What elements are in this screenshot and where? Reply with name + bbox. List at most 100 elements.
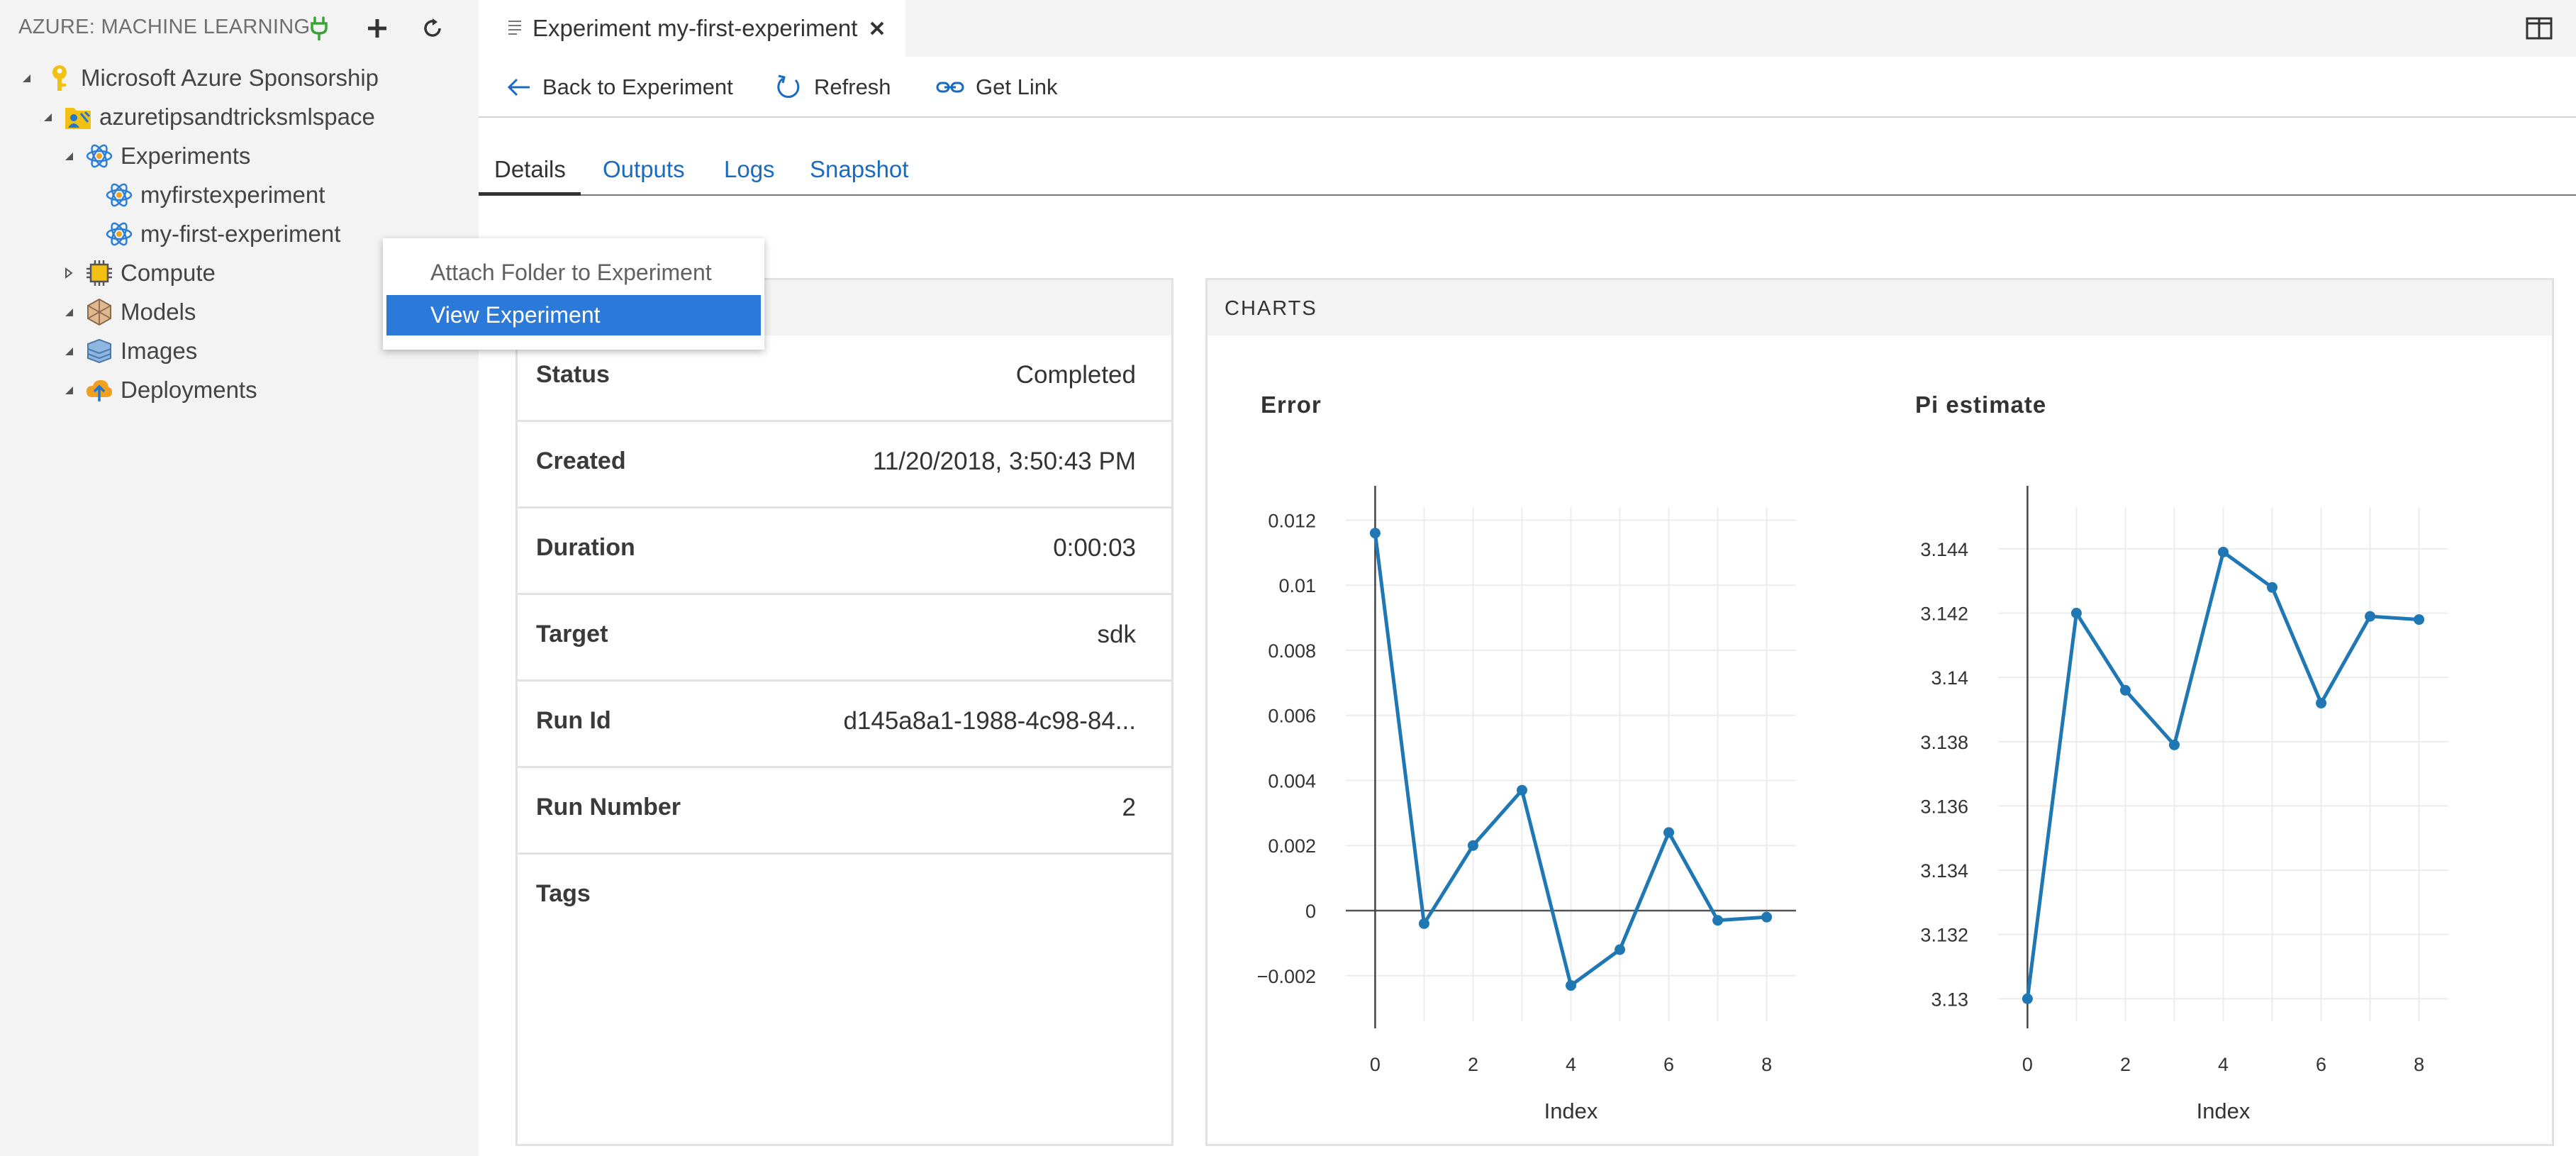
detail-label: Duration xyxy=(536,534,635,561)
arrow-left-icon xyxy=(507,78,530,96)
x-tick-label: 6 xyxy=(2316,1054,2326,1075)
workspace-icon xyxy=(62,101,94,133)
link-icon xyxy=(936,82,964,93)
chevron-down-icon[interactable] xyxy=(60,303,78,321)
refresh-button[interactable]: Refresh xyxy=(774,68,891,106)
x-tick-label: 0 xyxy=(2022,1054,2033,1075)
detail-value: 11/20/2018, 3:50:43 PM xyxy=(872,448,1136,475)
detail-value: 2 xyxy=(1122,794,1136,821)
y-tick-label: 3.144 xyxy=(1920,539,1968,560)
tree-item-experiment[interactable]: my-first-experiment xyxy=(104,215,340,253)
detail-row-run-number: Run Number 2 xyxy=(518,768,1171,855)
chevron-down-icon[interactable] xyxy=(60,147,78,165)
detail-row-target: Target sdk xyxy=(518,595,1171,682)
data-point xyxy=(1369,528,1381,539)
split-editor-icon[interactable] xyxy=(2524,13,2555,44)
get-link-label: Get Link xyxy=(976,74,1058,99)
detail-row-duration: Duration 0:00:03 xyxy=(518,508,1171,595)
x-axis-title: Index xyxy=(2197,1099,2251,1123)
chevron-down-icon[interactable] xyxy=(17,69,35,87)
data-point xyxy=(2022,993,2033,1004)
data-point xyxy=(2218,546,2229,557)
y-tick-label: 3.14 xyxy=(1931,667,1968,689)
chevron-down-icon[interactable] xyxy=(60,381,78,399)
menu-item-attach-folder[interactable]: Attach Folder to Experiment xyxy=(386,252,761,293)
tree-item-subscription[interactable]: Microsoft Azure Sponsorship xyxy=(17,59,379,97)
detail-row-created: Created 11/20/2018, 3:50:43 PM xyxy=(518,422,1171,508)
tree-item-label: Images xyxy=(121,338,198,364)
detail-label: Target xyxy=(536,621,608,648)
data-point xyxy=(2070,608,2082,619)
tree-item-label: Compute xyxy=(121,260,216,286)
chart-title: Pi estimate xyxy=(1915,391,2046,418)
tree-item-label: azuretipsandtricksmlspace xyxy=(99,104,375,130)
data-point xyxy=(2168,739,2180,750)
key-icon xyxy=(44,62,75,94)
detail-row-run-id: Run Id d145a8a1-1988-4c98-84... xyxy=(518,682,1171,768)
chevron-down-icon[interactable] xyxy=(38,108,57,126)
detail-value: sdk xyxy=(1097,621,1136,648)
sidebar-header: AZURE: MACHINE LEARNING xyxy=(0,0,479,57)
tree-item-models[interactable]: Models xyxy=(60,293,196,331)
data-point xyxy=(1712,915,1724,926)
models-icon xyxy=(84,296,115,328)
x-tick-label: 8 xyxy=(1761,1054,1772,1075)
data-point xyxy=(1467,840,1478,851)
back-to-experiment-button[interactable]: Back to Experiment xyxy=(507,68,733,106)
x-tick-label: 8 xyxy=(2414,1054,2424,1075)
x-tick-label: 6 xyxy=(1663,1054,1674,1075)
get-link-button[interactable]: Get Link xyxy=(936,68,1057,106)
data-point xyxy=(1615,944,1626,955)
back-label: Back to Experiment xyxy=(542,74,733,99)
detail-tabs: Details Outputs Logs Snapshot xyxy=(479,150,2576,196)
chevron-right-icon[interactable] xyxy=(60,264,78,282)
charts-canvas: Error −0.002 0 0.002 0.004 0.006 0.008 0.01 0.01… xyxy=(1257,391,2448,1123)
y-tick-label: 3.132 xyxy=(1920,925,1968,946)
close-icon[interactable] xyxy=(862,13,893,44)
data-point xyxy=(2267,582,2278,593)
data-point xyxy=(2414,614,2425,626)
detail-label: Tags xyxy=(536,880,591,907)
tab-logs[interactable]: Logs xyxy=(724,150,775,196)
sidebar-title: AZURE: MACHINE LEARNING xyxy=(18,16,311,38)
y-tick-label: 0.01 xyxy=(1278,575,1316,596)
images-icon xyxy=(84,335,115,367)
x-tick-label: 4 xyxy=(2218,1054,2229,1075)
y-tick-label: 0.004 xyxy=(1268,770,1316,791)
tree-item-experiments[interactable]: Experiments xyxy=(60,137,250,175)
editor-tab[interactable]: Experiment my-first-experiment xyxy=(479,0,905,57)
tree-item-label: myfirstexperiment xyxy=(140,182,325,208)
experiment-icon xyxy=(104,218,135,250)
file-icon xyxy=(507,18,523,39)
tree-item-label: Microsoft Azure Sponsorship xyxy=(81,65,379,91)
refresh-icon[interactable] xyxy=(417,13,448,44)
y-tick-label: 0.006 xyxy=(1268,706,1316,727)
add-icon[interactable] xyxy=(362,13,393,44)
tab-title: Experiment my-first-experiment xyxy=(533,15,858,41)
chevron-down-icon[interactable] xyxy=(60,342,78,360)
detail-value: 0:00:03 xyxy=(1053,534,1136,562)
x-tick-label: 0 xyxy=(1370,1054,1381,1075)
menu-item-view-experiment[interactable]: View Experiment xyxy=(386,295,761,335)
data-point xyxy=(1516,784,1527,796)
tree-item-compute[interactable]: Compute xyxy=(60,254,216,292)
tree-item-label: my-first-experiment xyxy=(140,221,341,247)
plug-icon[interactable] xyxy=(303,13,335,44)
tree-item-workspace[interactable]: azuretipsandtricksmlspace xyxy=(38,98,375,136)
refresh-icon xyxy=(777,74,800,99)
charts-card: CHARTS Error −0.002 0 0.002 0.004 0.006 0.008 0… xyxy=(1205,278,2554,1146)
refresh-label: Refresh xyxy=(814,74,891,99)
tree-item-images[interactable]: Images xyxy=(60,332,197,370)
detail-label: Run Id xyxy=(536,707,611,734)
tree-item-experiment[interactable]: myfirstexperiment xyxy=(104,176,325,214)
tab-outputs[interactable]: Outputs xyxy=(603,150,685,196)
data-point xyxy=(1663,827,1675,838)
sidebar: AZURE: MACHINE LEARNING Microsoft Azure … xyxy=(0,0,479,1156)
x-axis-title: Index xyxy=(1544,1099,1598,1123)
detail-label: Run Number xyxy=(536,794,681,821)
tree-item-deployments[interactable]: Deployments xyxy=(60,371,257,409)
data-point xyxy=(1566,980,1576,991)
tab-bar: Experiment my-first-experiment xyxy=(479,0,2576,57)
tab-details[interactable]: Details xyxy=(479,150,581,196)
tab-snapshot[interactable]: Snapshot xyxy=(810,150,908,196)
